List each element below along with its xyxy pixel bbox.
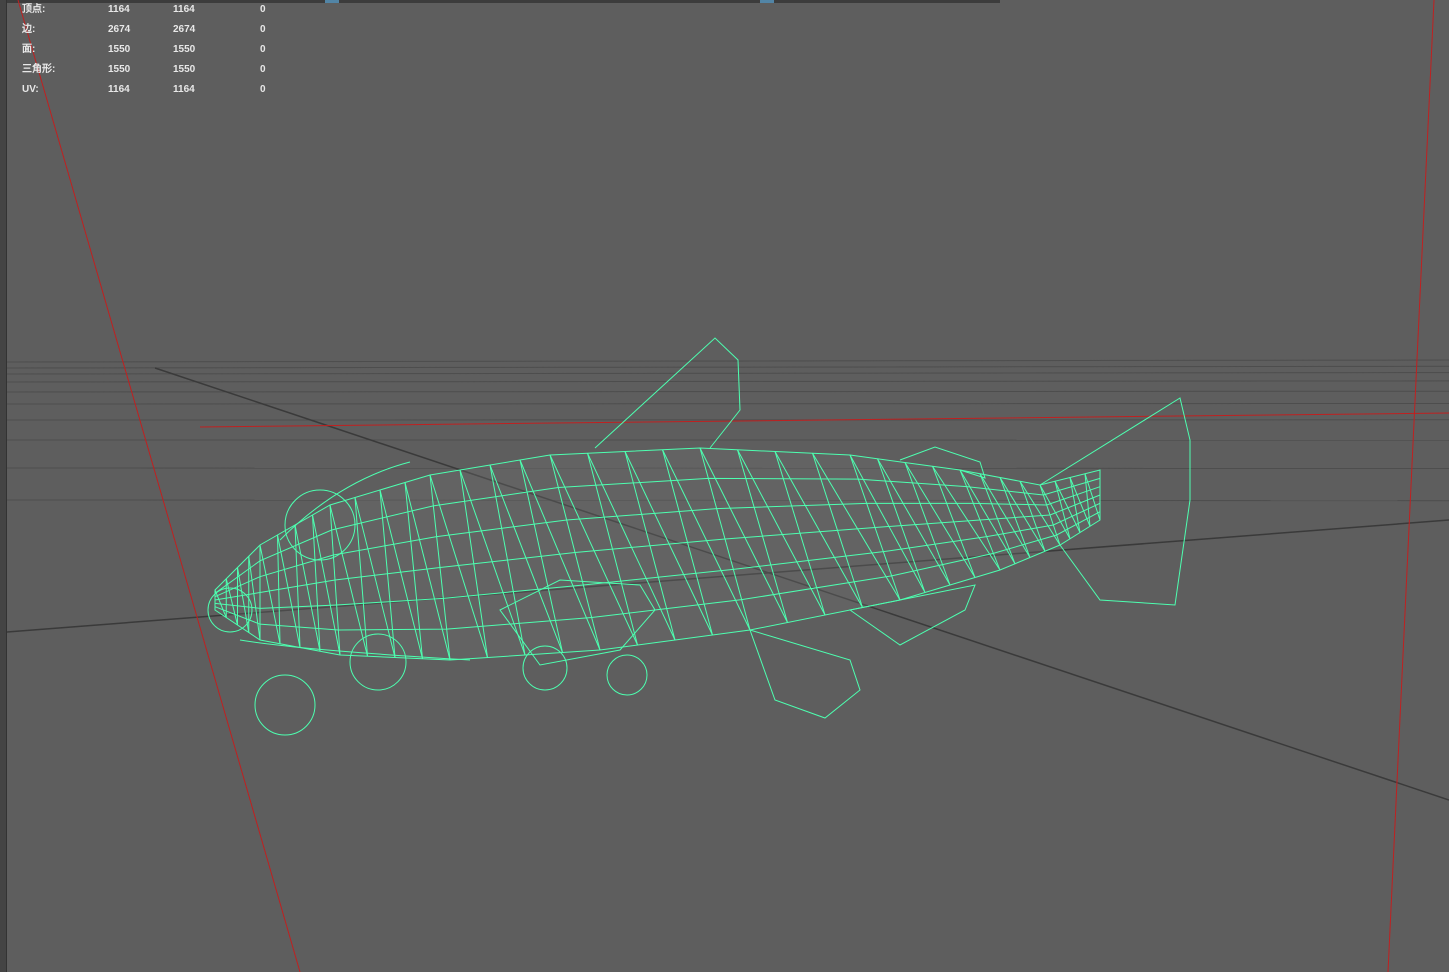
camera-frustum-line	[17, 0, 301, 972]
pelvic-fin	[749, 629, 861, 719]
hud-value: 2674	[173, 24, 196, 35]
camera-frustum-line	[1387, 0, 1435, 972]
hud-value: 0	[260, 44, 266, 55]
hud-row-vertices: 顶点: 1164 1164 0	[22, 3, 282, 23]
poly-count-hud: 顶点: 1164 1164 0 边: 2674 2674 0 面: 1550 1550 0 三角形…	[22, 3, 282, 103]
hud-row-triangles: 三角形: 1550 1550 0	[22, 63, 282, 83]
hud-value: 1550	[108, 44, 131, 55]
hud-value: 1550	[108, 64, 131, 75]
hud-label: 边:	[22, 24, 36, 35]
hud-value: 2674	[108, 24, 131, 35]
barbel-control-circle	[254, 674, 316, 736]
hud-value: 1164	[173, 4, 195, 15]
hud-value: 0	[260, 84, 266, 95]
barbel-control-circle	[606, 654, 648, 696]
hud-label: UV:	[22, 84, 39, 95]
hud-value: 1164	[173, 84, 195, 95]
fish-body	[214, 447, 1101, 661]
hud-value: 0	[260, 24, 266, 35]
grid-line	[7, 372, 1449, 375]
grid-line	[7, 380, 1449, 383]
dorsal-fin	[594, 337, 741, 449]
hud-value: 1164	[108, 84, 130, 95]
grid-line	[7, 403, 1449, 405]
3d-viewport[interactable]	[7, 0, 1449, 972]
hud-row-edges: 边: 2674 2674 0	[22, 23, 282, 43]
hud-value: 1550	[173, 64, 196, 75]
catfish-wireframe-mesh[interactable]	[207, 337, 1191, 736]
hud-label: 三角形:	[22, 64, 56, 75]
grid-line	[7, 365, 1449, 369]
hud-value: 1550	[173, 44, 196, 55]
hud-value: 0	[260, 4, 266, 15]
hud-value: 1164	[108, 4, 130, 15]
hud-value: 0	[260, 64, 266, 75]
hud-label: 顶点:	[22, 4, 46, 15]
hud-row-uvs: UV: 1164 1164 0	[22, 83, 282, 103]
left-panel-edge	[0, 0, 7, 972]
hud-row-faces: 面: 1550 1550 0	[22, 43, 282, 63]
grid-line	[7, 359, 1449, 363]
hud-label: 面:	[22, 44, 36, 55]
